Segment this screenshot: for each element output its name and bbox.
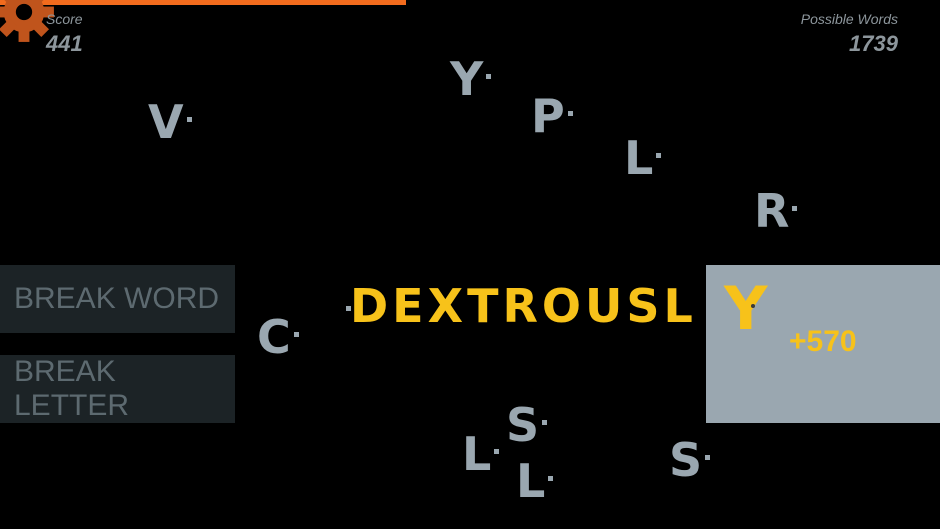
letter-tile[interactable]: V — [148, 99, 192, 145]
possible-words-label: Possible Words — [800, 11, 898, 27]
letter-char: R — [754, 184, 790, 238]
letter-dot — [705, 455, 711, 460]
current-word-last-letter: Y — [724, 274, 768, 344]
letter-dot — [494, 449, 500, 454]
letter-tile[interactable]: S — [506, 402, 548, 448]
progress-fill — [0, 0, 407, 5]
score-value: 441 — [46, 31, 83, 56]
score-label: Score — [46, 11, 83, 27]
letter-tile[interactable]: L — [462, 431, 500, 477]
letter-char: V — [148, 95, 184, 149]
letter-tile[interactable]: S — [669, 437, 711, 483]
letter-char: L — [516, 454, 546, 508]
letter-dot — [542, 420, 548, 425]
letter-dot — [486, 74, 492, 79]
mouse-cursor — [751, 304, 755, 308]
gear-tooth — [0, 6, 10, 18]
letter-char: Y — [450, 52, 484, 106]
break-letter-button[interactable]: BREAK LETTER — [0, 355, 235, 423]
gear-tooth — [18, 26, 30, 42]
progress-bar — [0, 0, 940, 5]
letter-char: C — [257, 310, 291, 364]
letter-dot — [548, 476, 554, 481]
word-points: +570 — [789, 325, 857, 358]
break-word-button[interactable]: BREAK WORD — [0, 265, 235, 333]
current-word: DEXTROUSL — [350, 279, 697, 333]
letter-dot — [567, 111, 573, 116]
letter-tile[interactable]: Y — [450, 56, 492, 102]
letter-char: L — [462, 427, 492, 481]
letter-dot — [293, 332, 299, 337]
letter-dot — [792, 206, 798, 211]
letter-tile[interactable]: L — [624, 135, 662, 181]
letter-tile[interactable]: R — [754, 188, 798, 234]
letter-tile[interactable]: P — [531, 93, 573, 139]
letter-tile[interactable]: L — [516, 458, 554, 504]
letter-dot — [656, 153, 662, 158]
possible-words-value: 1739 — [849, 31, 898, 56]
letter-char: S — [669, 433, 703, 487]
letter-char: S — [506, 398, 540, 452]
letter-char: P — [531, 89, 565, 143]
letter-char: L — [624, 131, 654, 185]
letter-tile[interactable]: C — [257, 314, 299, 360]
letter-dot — [186, 117, 192, 122]
